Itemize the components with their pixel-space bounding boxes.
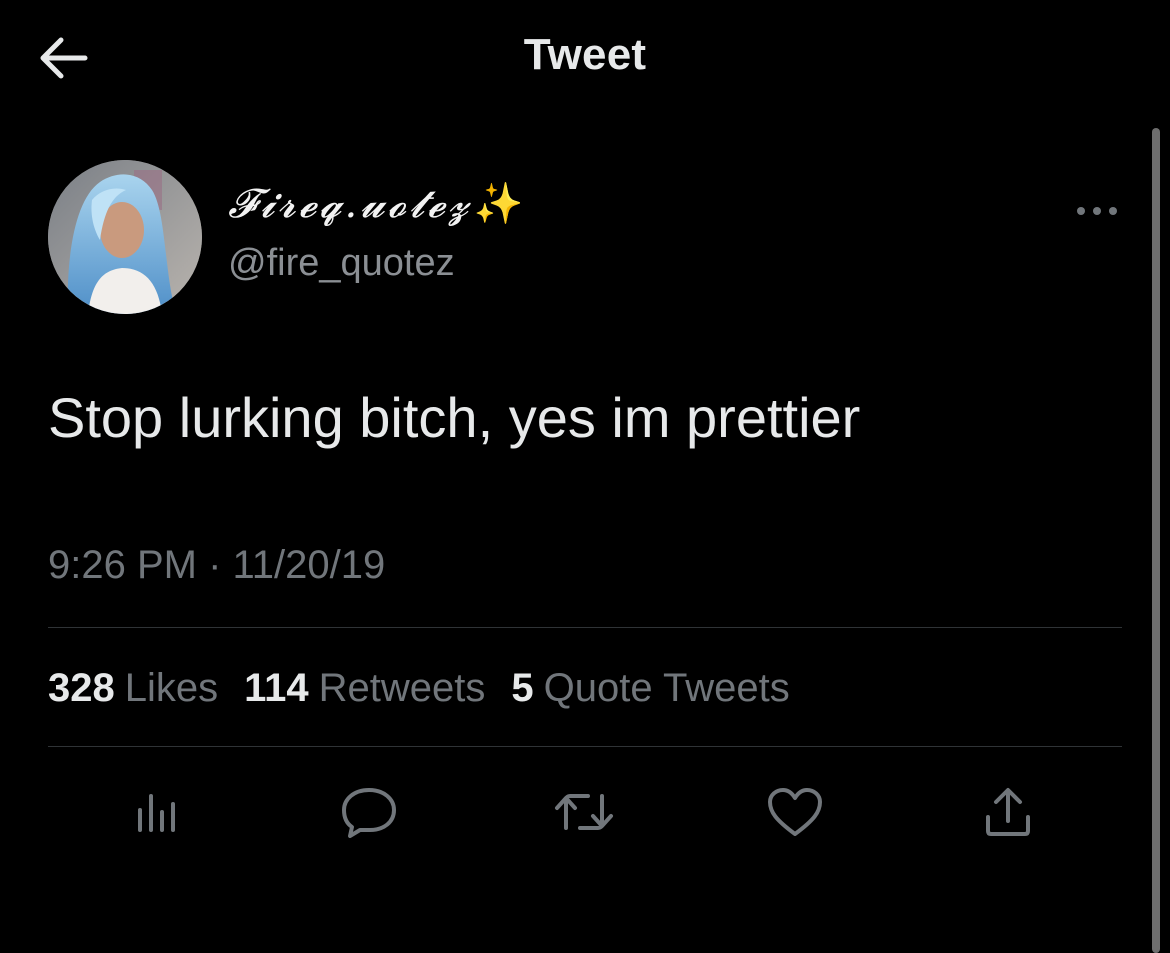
retweets-label: Retweets <box>318 666 486 710</box>
display-name[interactable]: 𝓕𝓲𝓻𝓮𝓺.𝓾𝓸𝓽𝓮𝔃✨ <box>228 184 526 224</box>
top-bar: Tweet <box>0 0 1170 120</box>
share-icon <box>981 785 1035 839</box>
quote-tweets-count: 5 <box>511 666 534 710</box>
quote-tweets-label: Quote Tweets <box>543 666 790 710</box>
retweets-stat[interactable]: 114 Retweets <box>244 664 485 712</box>
retweets-count: 114 <box>244 666 309 710</box>
tweet-text: Stop lurking bitch, yes im prettier <box>48 386 861 449</box>
share-button[interactable] <box>976 780 1040 844</box>
scrollbar[interactable] <box>1152 128 1160 953</box>
more-icon <box>1075 205 1119 217</box>
tweet-stats: 328 Likes 114 Retweets 5 Quote Tweets <box>48 664 790 712</box>
reply-button[interactable] <box>337 780 401 844</box>
retweet-icon <box>552 788 616 836</box>
page-title: Tweet <box>523 30 647 79</box>
user-handle[interactable]: @fire_quotez <box>228 244 455 282</box>
like-button[interactable] <box>763 780 827 844</box>
quote-tweets-stat[interactable]: 5 Quote Tweets <box>511 664 789 712</box>
likes-label: Likes <box>124 666 219 710</box>
likes-count: 328 <box>48 666 115 710</box>
likes-stat[interactable]: 328 Likes <box>48 664 218 712</box>
reply-icon <box>340 786 398 838</box>
analytics-icon <box>132 790 180 834</box>
sparkles-icon: ✨ <box>473 181 527 227</box>
tweet-timestamp[interactable]: 9:26 PM · 11/20/19 <box>48 541 385 589</box>
analytics-button[interactable] <box>124 780 188 844</box>
divider <box>48 746 1122 747</box>
retweet-button[interactable] <box>552 780 616 844</box>
like-icon <box>766 786 824 838</box>
display-name-text: 𝓕𝓲𝓻𝓮𝓺.𝓾𝓸𝓽𝓮𝔃 <box>228 181 472 227</box>
divider <box>48 627 1122 628</box>
avatar[interactable] <box>48 160 202 314</box>
more-options-button[interactable] <box>1072 196 1122 226</box>
